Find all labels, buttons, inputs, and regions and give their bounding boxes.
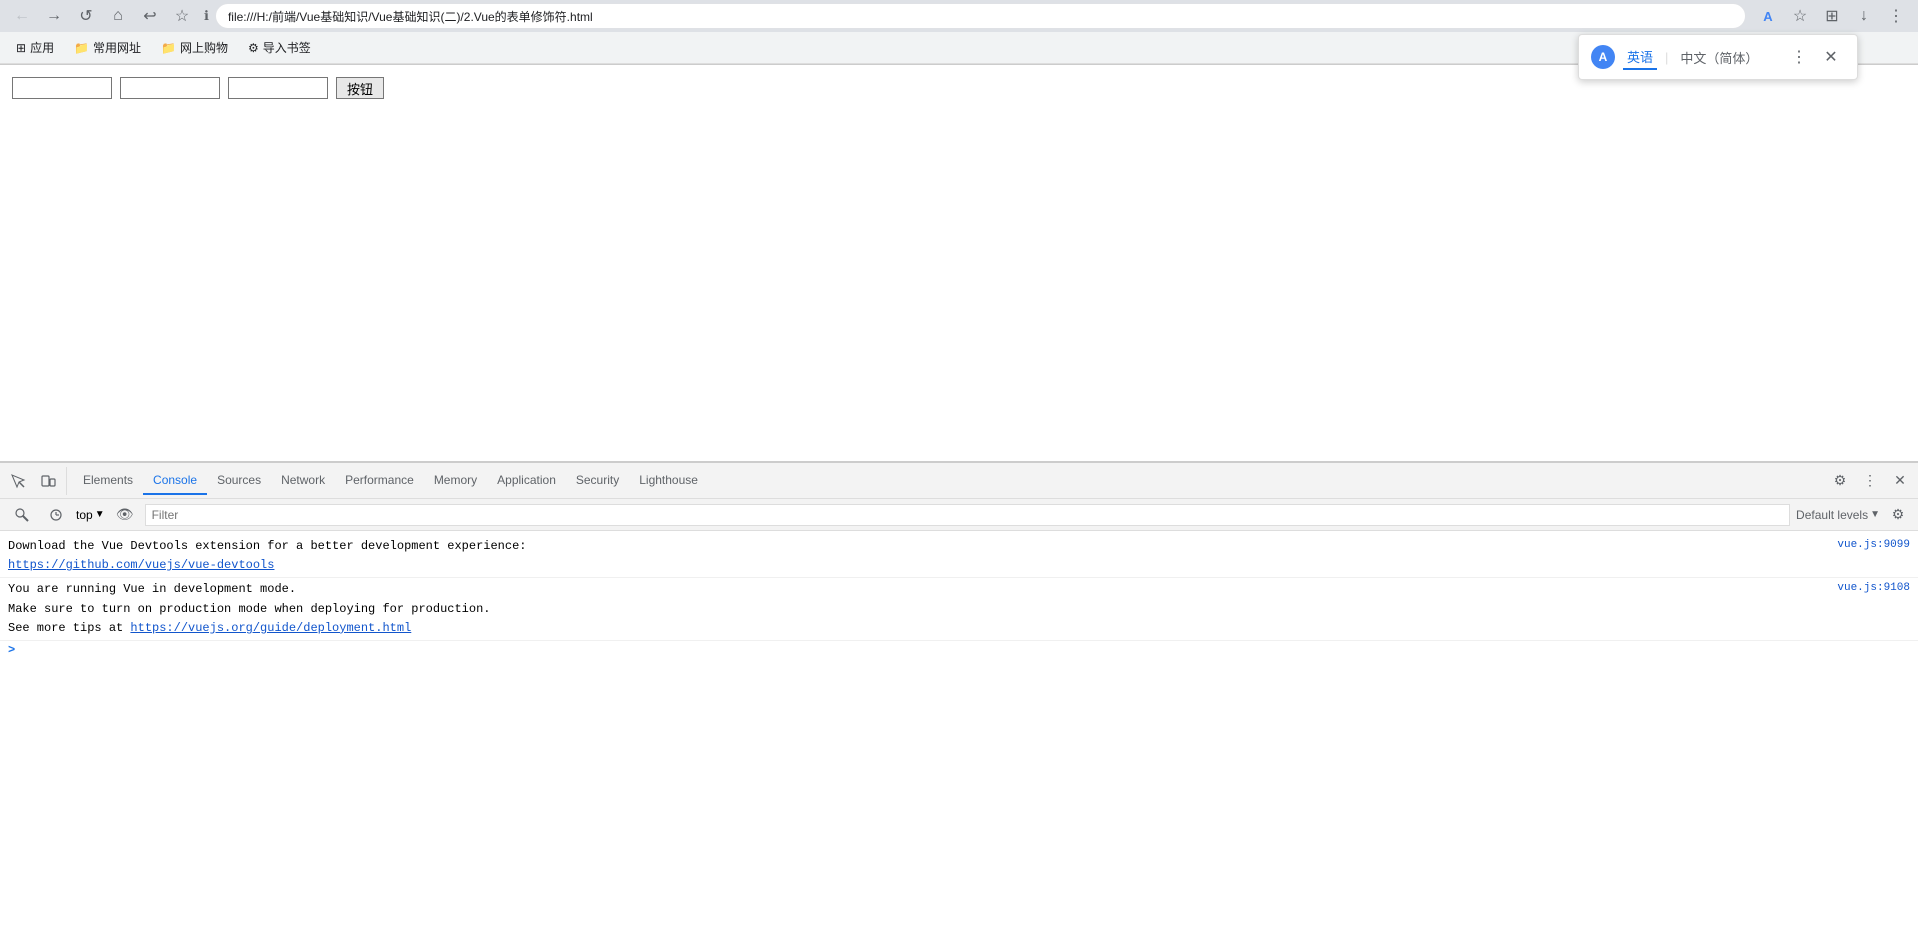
- translate-option-english[interactable]: 英语: [1623, 45, 1657, 70]
- translate-button[interactable]: A: [1754, 2, 1782, 30]
- console-context-select[interactable]: top ▼: [76, 504, 105, 526]
- forward-button[interactable]: →: [40, 2, 68, 30]
- home-button[interactable]: ⌂: [104, 2, 132, 30]
- translate-more-button[interactable]: ⋮: [1785, 43, 1813, 71]
- back-button[interactable]: ←: [8, 2, 36, 30]
- folder-icon-2: 📁: [161, 41, 176, 55]
- translate-close-button[interactable]: ✕: [1817, 43, 1845, 71]
- bookmark-common-sites[interactable]: 📁 常用网址: [66, 35, 149, 60]
- devtools-tabs: Elements Console Sources Network Perform…: [73, 467, 1824, 495]
- devtools-right-icons: ⚙ ⋮ ✕: [1826, 467, 1914, 495]
- browser-menu-button[interactable]: ⋮: [1882, 2, 1910, 30]
- bookmark-button[interactable]: ☆: [1786, 2, 1814, 30]
- apps-icon: ⊞: [16, 41, 26, 55]
- reload-button[interactable]: ↺: [72, 2, 100, 30]
- translate-icon: A: [1591, 45, 1615, 69]
- console-prompt: >: [0, 641, 1918, 659]
- form-area: 按钮: [12, 77, 1906, 99]
- tab-lighthouse[interactable]: Lighthouse: [629, 467, 708, 495]
- devtools-left-icons: [4, 467, 67, 495]
- file-ref-2[interactable]: vue.js:9108: [1837, 580, 1910, 598]
- devtools-panel: Elements Console Sources Network Perform…: [0, 461, 1918, 951]
- console-content: Download the Vue Devtools extension for …: [0, 531, 1918, 951]
- console-toolbar: top ▼ 👁 Default levels ▼ ⚙: [0, 499, 1918, 531]
- submit-button[interactable]: 按钮: [336, 77, 384, 99]
- tab-performance[interactable]: Performance: [335, 467, 424, 495]
- toggle-device-button[interactable]: [34, 467, 62, 495]
- extensions-button[interactable]: ⊞: [1818, 2, 1846, 30]
- file-ref-1[interactable]: vue.js:9099: [1837, 537, 1910, 555]
- form-input-3[interactable]: [228, 77, 328, 99]
- bookmark-apps[interactable]: ⊞ 应用: [8, 35, 62, 60]
- deployment-link[interactable]: https://vuejs.org/guide/deployment.html: [130, 621, 411, 635]
- console-message-2: You are running Vue in development mode.…: [0, 578, 1918, 641]
- translate-actions: ⋮ ✕: [1785, 43, 1845, 71]
- console-clear-button[interactable]: [8, 501, 36, 529]
- devtools-settings-button[interactable]: ⚙: [1826, 467, 1854, 495]
- settings-icon: ⚙: [248, 41, 259, 55]
- console-levels-select[interactable]: Default levels ▼: [1796, 508, 1880, 522]
- bookmark-shopping[interactable]: 📁 网上购物: [153, 35, 236, 60]
- page-content: 按钮: [0, 65, 1918, 462]
- tab-sources[interactable]: Sources: [207, 467, 271, 495]
- devtools-more-button[interactable]: ⋮: [1856, 467, 1884, 495]
- tab-memory[interactable]: Memory: [424, 467, 487, 495]
- console-eye-button[interactable]: 👁: [111, 501, 139, 529]
- translate-option-chinese[interactable]: 中文（简体）: [1676, 46, 1762, 69]
- devtools-toolbar: Elements Console Sources Network Perform…: [0, 463, 1918, 499]
- history-button[interactable]: ↩: [136, 2, 164, 30]
- bookmark-import[interactable]: ⚙ 导入书签: [240, 35, 319, 60]
- console-realtime-button[interactable]: [42, 501, 70, 529]
- star-nav-button[interactable]: ☆: [168, 2, 196, 30]
- translate-options: 英语 | 中文（简体）: [1623, 45, 1777, 70]
- title-bar: ← → ↺ ⌂ ↩ ☆ ℹ file:///H:/前端/Vue基础知识/Vue基…: [0, 0, 1918, 32]
- tab-application[interactable]: Application: [487, 467, 566, 495]
- form-input-1[interactable]: [12, 77, 112, 99]
- element-picker-button[interactable]: [4, 467, 32, 495]
- console-settings-button[interactable]: ⚙: [1886, 503, 1910, 527]
- console-filter-input[interactable]: [145, 504, 1790, 526]
- console-input[interactable]: [19, 643, 1910, 657]
- browser-actions: A ☆ ⊞ ↓ ⋮: [1754, 2, 1910, 30]
- devtools-link[interactable]: https://github.com/vuejs/vue-devtools: [8, 558, 274, 572]
- tab-network[interactable]: Network: [271, 467, 335, 495]
- folder-icon-1: 📁: [74, 41, 89, 55]
- form-input-2[interactable]: [120, 77, 220, 99]
- security-icon: ℹ: [204, 8, 209, 24]
- address-bar-container: ℹ file:///H:/前端/Vue基础知识/Vue基础知识(二)/2.Vue…: [204, 3, 1746, 29]
- downloads-button[interactable]: ↓: [1850, 2, 1878, 30]
- translate-popup: A 英语 | 中文（简体） ⋮ ✕: [1578, 34, 1858, 80]
- devtools-close-button[interactable]: ✕: [1886, 467, 1914, 495]
- nav-buttons: ← → ↺ ⌂ ↩ ☆: [8, 2, 196, 30]
- address-bar[interactable]: file:///H:/前端/Vue基础知识/Vue基础知识(二)/2.Vue的表…: [215, 3, 1746, 29]
- tab-console[interactable]: Console: [143, 467, 207, 495]
- tab-elements[interactable]: Elements: [73, 467, 143, 495]
- console-message-1: Download the Vue Devtools extension for …: [0, 535, 1918, 578]
- prompt-arrow: >: [8, 643, 15, 657]
- tab-security[interactable]: Security: [566, 467, 629, 495]
